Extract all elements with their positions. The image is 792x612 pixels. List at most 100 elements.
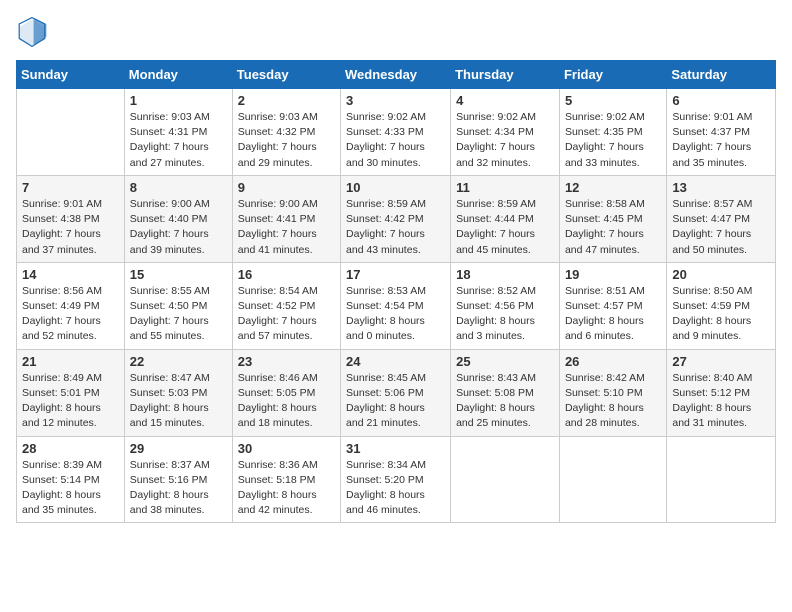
day-number: 8	[130, 180, 227, 195]
header-monday: Monday	[124, 61, 232, 89]
day-number: 5	[565, 93, 661, 108]
header-thursday: Thursday	[451, 61, 560, 89]
calendar-cell: 24 Sunrise: 8:45 AMSunset: 5:06 PMDayligh…	[341, 349, 451, 436]
calendar-table: SundayMondayTuesdayWednesdayThursdayFrid…	[16, 60, 776, 523]
day-info: Sunrise: 8:59 AMSunset: 4:42 PMDaylight:…	[346, 197, 445, 258]
day-info: Sunrise: 9:02 AMSunset: 4:33 PMDaylight:…	[346, 110, 445, 171]
day-info: Sunrise: 8:51 AMSunset: 4:57 PMDaylight:…	[565, 284, 661, 345]
calendar-cell: 17 Sunrise: 8:53 AMSunset: 4:54 PMDayligh…	[341, 262, 451, 349]
day-number: 9	[238, 180, 335, 195]
page-header	[16, 16, 776, 48]
day-number: 16	[238, 267, 335, 282]
day-info: Sunrise: 8:54 AMSunset: 4:52 PMDaylight:…	[238, 284, 335, 345]
calendar-cell: 26Sunrise: 8:42 AMSunset: 5:10 PMDayligh…	[559, 349, 666, 436]
calendar-cell: 29Sunrise: 8:37 AMSunset: 5:16 PMDayligh…	[124, 436, 232, 523]
day-info: Sunrise: 8:34 AMSunset: 5:20 PMDaylight:…	[346, 458, 445, 519]
calendar-cell: 15 Sunrise: 8:55 AMSunset: 4:50 PMDayligh…	[124, 262, 232, 349]
header-tuesday: Tuesday	[232, 61, 340, 89]
calendar-cell: 22 Sunrise: 8:47 AMSunset: 5:03 PMDayligh…	[124, 349, 232, 436]
day-number: 22	[130, 354, 227, 369]
calendar-cell	[559, 436, 666, 523]
calendar-cell: 16 Sunrise: 8:54 AMSunset: 4:52 PMDayligh…	[232, 262, 340, 349]
day-number: 18	[456, 267, 554, 282]
day-info: Sunrise: 8:43 AMSunset: 5:08 PMDaylight:…	[456, 371, 554, 432]
day-number: 31	[346, 441, 445, 456]
day-number: 28	[22, 441, 119, 456]
day-info: Sunrise: 9:03 AMSunset: 4:32 PMDaylight:…	[238, 110, 335, 171]
day-number: 17	[346, 267, 445, 282]
calendar-cell	[17, 89, 125, 176]
calendar-cell	[667, 436, 776, 523]
logo-icon	[16, 16, 48, 48]
calendar-cell: 23 Sunrise: 8:46 AMSunset: 5:05 PMDayligh…	[232, 349, 340, 436]
day-number: 6	[672, 93, 770, 108]
calendar-cell: 30Sunrise: 8:36 AMSunset: 5:18 PMDayligh…	[232, 436, 340, 523]
day-number: 13	[672, 180, 770, 195]
calendar-cell: 7Sunrise: 9:01 AMSunset: 4:38 PMDaylight…	[17, 175, 125, 262]
day-number: 11	[456, 180, 554, 195]
calendar-cell: 31 Sunrise: 8:34 AMSunset: 5:20 PMDayligh…	[341, 436, 451, 523]
header-sunday: Sunday	[17, 61, 125, 89]
day-info: Sunrise: 8:53 AMSunset: 4:54 PMDaylight:…	[346, 284, 445, 345]
day-number: 24	[346, 354, 445, 369]
logo	[16, 16, 52, 48]
calendar-cell: 5 Sunrise: 9:02 AMSunset: 4:35 PMDaylight…	[559, 89, 666, 176]
day-number: 1	[130, 93, 227, 108]
day-info: Sunrise: 9:03 AMSunset: 4:31 PMDaylight:…	[130, 110, 227, 171]
calendar-cell: 18 Sunrise: 8:52 AMSunset: 4:56 PMDayligh…	[451, 262, 560, 349]
calendar-cell: 8 Sunrise: 9:00 AMSunset: 4:40 PMDaylight…	[124, 175, 232, 262]
day-info: Sunrise: 9:00 AMSunset: 4:40 PMDaylight:…	[130, 197, 227, 258]
calendar-cell: 6 Sunrise: 9:01 AMSunset: 4:37 PMDaylight…	[667, 89, 776, 176]
header-friday: Friday	[559, 61, 666, 89]
day-info: Sunrise: 8:55 AMSunset: 4:50 PMDaylight:…	[130, 284, 227, 345]
day-number: 12	[565, 180, 661, 195]
calendar-cell: 1 Sunrise: 9:03 AMSunset: 4:31 PMDaylight…	[124, 89, 232, 176]
day-info: Sunrise: 8:56 AMSunset: 4:49 PMDaylight:…	[22, 284, 119, 345]
calendar-cell: 11 Sunrise: 8:59 AMSunset: 4:44 PMDayligh…	[451, 175, 560, 262]
calendar-cell: 21Sunrise: 8:49 AMSunset: 5:01 PMDayligh…	[17, 349, 125, 436]
day-number: 2	[238, 93, 335, 108]
day-number: 26	[565, 354, 661, 369]
week-row-4: 21Sunrise: 8:49 AMSunset: 5:01 PMDayligh…	[17, 349, 776, 436]
week-row-3: 14 Sunrise: 8:56 AMSunset: 4:49 PMDayligh…	[17, 262, 776, 349]
calendar-cell: 3 Sunrise: 9:02 AMSunset: 4:33 PMDaylight…	[341, 89, 451, 176]
header-wednesday: Wednesday	[341, 61, 451, 89]
calendar-cell: 12 Sunrise: 8:58 AMSunset: 4:45 PMDayligh…	[559, 175, 666, 262]
day-number: 20	[672, 267, 770, 282]
week-row-5: 28 Sunrise: 8:39 AMSunset: 5:14 PMDayligh…	[17, 436, 776, 523]
day-number: 4	[456, 93, 554, 108]
day-info: Sunrise: 8:40 AMSunset: 5:12 PMDaylight:…	[672, 371, 770, 432]
calendar-cell: 19 Sunrise: 8:51 AMSunset: 4:57 PMDayligh…	[559, 262, 666, 349]
day-info: Sunrise: 9:02 AMSunset: 4:35 PMDaylight:…	[565, 110, 661, 171]
calendar-cell: 4 Sunrise: 9:02 AMSunset: 4:34 PMDaylight…	[451, 89, 560, 176]
day-info: Sunrise: 8:58 AMSunset: 4:45 PMDaylight:…	[565, 197, 661, 258]
day-info: Sunrise: 8:36 AMSunset: 5:18 PMDaylight:…	[238, 458, 335, 519]
day-number: 10	[346, 180, 445, 195]
day-info: Sunrise: 9:02 AMSunset: 4:34 PMDaylight:…	[456, 110, 554, 171]
day-number: 3	[346, 93, 445, 108]
day-info: Sunrise: 8:59 AMSunset: 4:44 PMDaylight:…	[456, 197, 554, 258]
calendar-cell: 14 Sunrise: 8:56 AMSunset: 4:49 PMDayligh…	[17, 262, 125, 349]
day-info: Sunrise: 8:39 AMSunset: 5:14 PMDaylight:…	[22, 458, 119, 519]
day-info: Sunrise: 8:46 AMSunset: 5:05 PMDaylight:…	[238, 371, 335, 432]
calendar-cell: 9 Sunrise: 9:00 AMSunset: 4:41 PMDaylight…	[232, 175, 340, 262]
day-info: Sunrise: 9:00 AMSunset: 4:41 PMDaylight:…	[238, 197, 335, 258]
calendar-cell: 2 Sunrise: 9:03 AMSunset: 4:32 PMDaylight…	[232, 89, 340, 176]
week-row-1: 1 Sunrise: 9:03 AMSunset: 4:31 PMDaylight…	[17, 89, 776, 176]
day-info: Sunrise: 8:37 AMSunset: 5:16 PMDaylight:…	[130, 458, 227, 519]
day-info: Sunrise: 8:45 AMSunset: 5:06 PMDaylight:…	[346, 371, 445, 432]
day-info: Sunrise: 8:52 AMSunset: 4:56 PMDaylight:…	[456, 284, 554, 345]
day-info: Sunrise: 9:01 AMSunset: 4:38 PMDaylight:…	[22, 197, 119, 258]
day-info: Sunrise: 9:01 AMSunset: 4:37 PMDaylight:…	[672, 110, 770, 171]
day-number: 27	[672, 354, 770, 369]
day-number: 15	[130, 267, 227, 282]
header-saturday: Saturday	[667, 61, 776, 89]
day-number: 19	[565, 267, 661, 282]
day-info: Sunrise: 8:47 AMSunset: 5:03 PMDaylight:…	[130, 371, 227, 432]
day-number: 21	[22, 354, 119, 369]
calendar-cell: 10 Sunrise: 8:59 AMSunset: 4:42 PMDayligh…	[341, 175, 451, 262]
calendar-cell: 27 Sunrise: 8:40 AMSunset: 5:12 PMDayligh…	[667, 349, 776, 436]
day-number: 14	[22, 267, 119, 282]
day-number: 25	[456, 354, 554, 369]
day-number: 23	[238, 354, 335, 369]
